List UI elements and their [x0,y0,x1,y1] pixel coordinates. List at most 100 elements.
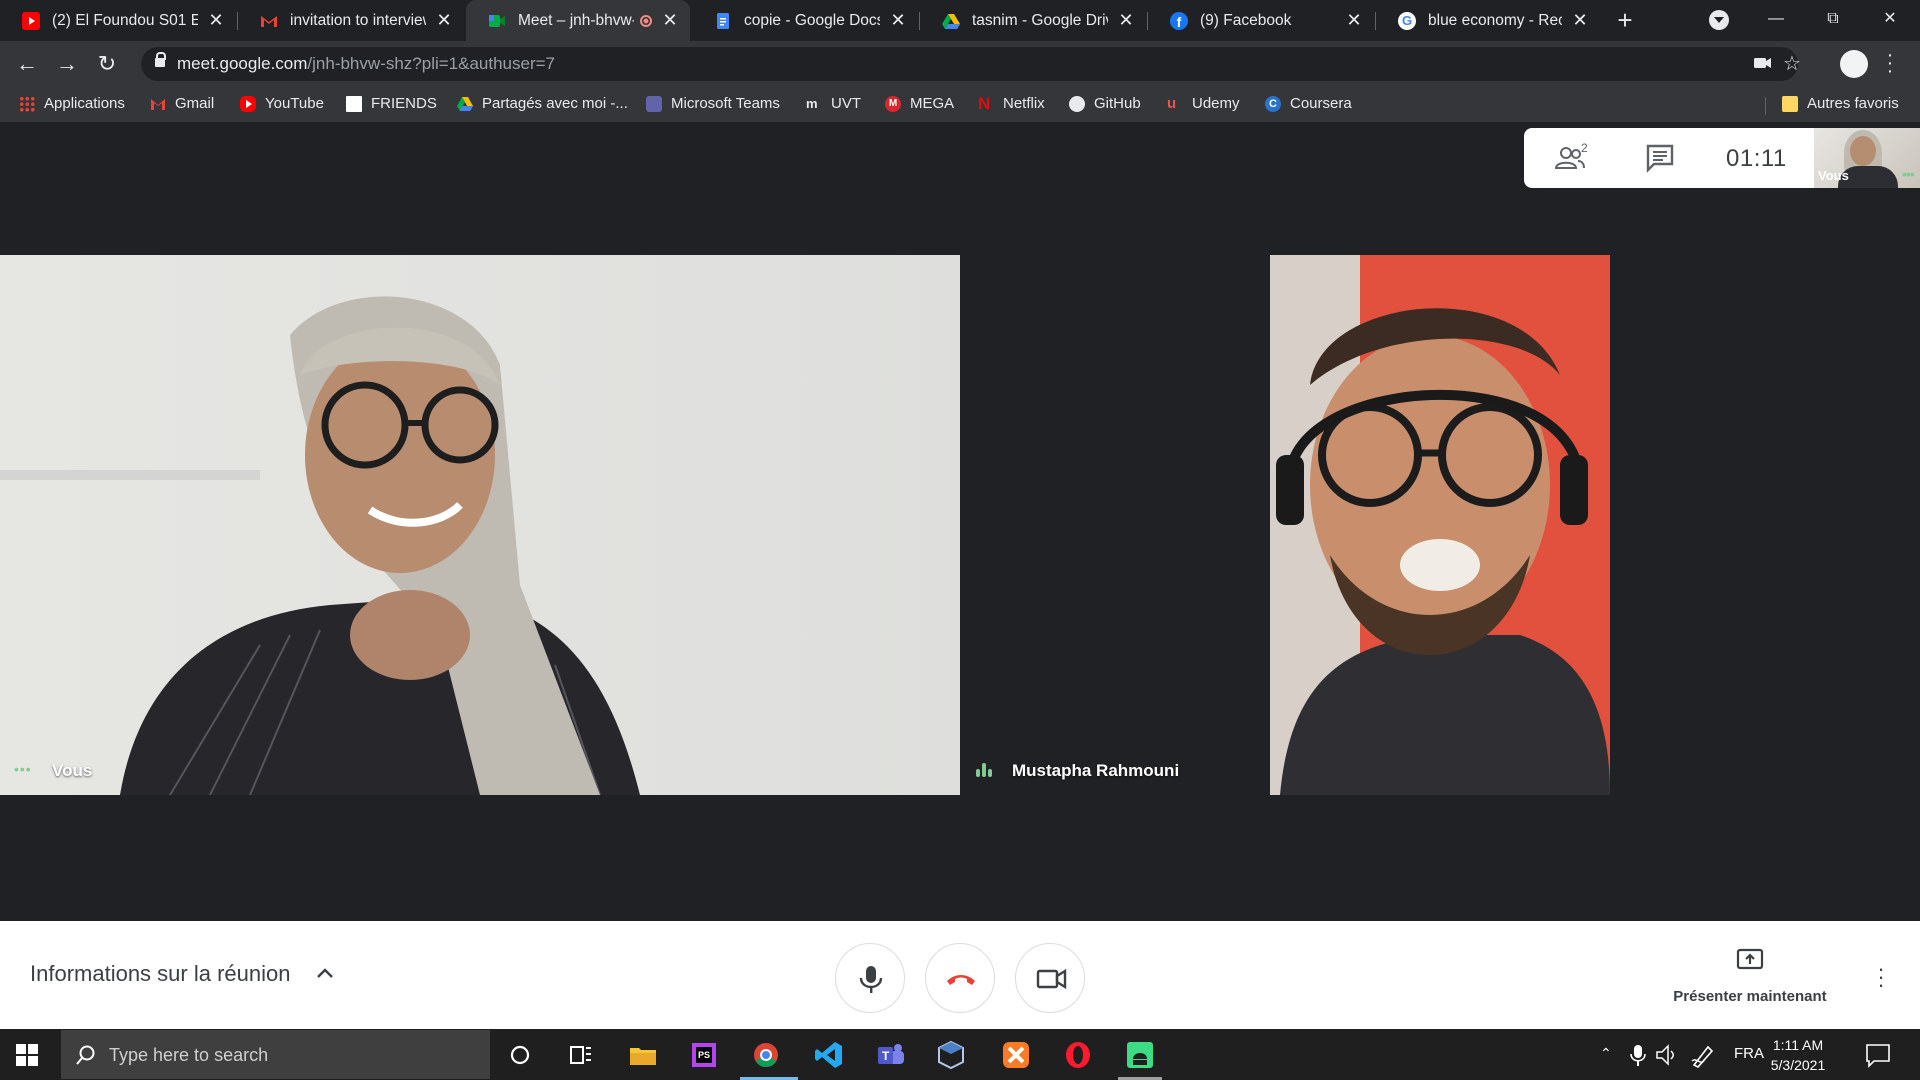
lock-icon[interactable] [155,52,166,67]
teams-icon [646,95,662,112]
virtualbox-icon[interactable] [935,1039,967,1071]
microphone-tray-icon[interactable] [1628,1041,1648,1069]
new-tab-button[interactable]: + [1610,4,1640,36]
meeting-info-button[interactable]: Informations sur la réunion [30,961,290,987]
tab-facebook[interactable]: f (9) Facebook ✕ [1148,0,1374,41]
bookmark-uvt[interactable]: m UVT [806,95,861,112]
pen-ink-icon[interactable] [1690,1041,1716,1069]
tab-title: Meet – jnh-bhvw- [518,11,634,29]
cortana-icon[interactable] [504,1039,536,1071]
participant-name: Mustapha Rahmouni [1012,761,1180,780]
microphone-button[interactable] [835,943,905,1013]
bookmark-label: MEGA [910,95,955,112]
tab-search-icon[interactable] [1709,10,1729,30]
reload-button[interactable]: ↻ [92,49,122,79]
tab-drive[interactable]: tasnim - Google Drive ✕ [920,0,1146,41]
close-icon[interactable]: ✕ [1344,10,1364,31]
bookmark-label: Coursera [1290,95,1352,112]
bookmark-applications[interactable]: Applications [19,95,125,112]
opera-icon[interactable] [1062,1039,1094,1071]
microphone-icon [859,966,883,993]
present-screen-icon [1736,948,1764,970]
tab-google-search[interactable]: G blue economy - Reche ✕ [1376,0,1600,41]
tab-gmail[interactable]: invitation to interview ✕ [238,0,464,41]
bookmark-star-icon[interactable]: ☆ [1783,51,1801,76]
windows-start-icon[interactable] [16,1044,38,1066]
close-icon[interactable]: ✕ [660,10,680,31]
bookmark-microsoft-teams[interactable]: Microsoft Teams [646,95,780,112]
windows-taskbar: Type here to search PS T ⌃ FRA 1:11 AM 5… [0,1029,1920,1080]
recording-icon [640,14,652,27]
tab-meet[interactable]: Meet – jnh-bhvw- ✕ [466,0,690,41]
avatar[interactable] [1840,50,1868,78]
bookmark-github[interactable]: GitHub [1069,95,1141,112]
chat-icon [1646,144,1674,173]
close-icon[interactable]: ✕ [434,10,454,31]
bookmark-netflix[interactable]: N Netflix [978,95,1045,113]
vscode-icon[interactable] [813,1039,845,1071]
close-icon[interactable]: ✕ [1570,10,1590,31]
gmail-icon [150,96,166,112]
bookmark-other-favorites[interactable]: Autres favoris [1782,95,1899,112]
android-studio-icon[interactable] [1124,1039,1156,1071]
restore-button[interactable]: ⧉ [1805,0,1861,41]
more-options-icon[interactable]: ••• [1902,166,1915,182]
back-button[interactable]: ← [12,49,42,79]
file-explorer-icon[interactable] [627,1039,659,1071]
clock-time: 1:11 AM [1772,1037,1824,1053]
meet-stage: 2 01:11 Vous ••• ••• Vous Mustapha Rahmo… [0,124,1920,921]
present-now-button[interactable]: Présenter maintenant [1660,947,1840,1005]
phpstorm-icon[interactable]: PS [688,1039,720,1071]
chrome-icon[interactable] [745,1039,787,1071]
xampp-icon[interactable] [1000,1039,1032,1071]
bookmark-label: UVT [831,95,861,112]
bookmark-youtube[interactable]: YouTube [240,95,324,112]
teams-icon[interactable]: T [875,1039,907,1071]
meeting-controls-bar: Informations sur la réunion Présenter ma… [0,921,1920,1029]
participants-button[interactable]: 2 [1554,141,1588,174]
bookmark-coursera[interactable]: C Coursera [1265,95,1352,112]
search-icon [76,1045,95,1065]
browser-toolbar: ← → ↻ meet.google.com/jnh-bhvw-shz?pli=1… [0,41,1920,87]
bookmarks-bar: Applications Gmail YouTube FRIENDS Parta… [0,87,1920,123]
bookmark-mega[interactable]: M MEGA [885,95,954,112]
tab-docs[interactable]: copie - Google Docs ✕ [692,0,918,41]
chevron-up-icon[interactable] [316,965,334,983]
browser-menu-icon[interactable]: · · · [1885,45,1895,81]
close-icon[interactable]: ✕ [888,10,908,31]
chat-button[interactable] [1644,142,1676,174]
forward-button[interactable]: → [52,49,82,79]
system-clock[interactable]: 1:11 AM 5/3/2021 [1760,1035,1836,1075]
close-icon[interactable]: ✕ [206,10,226,31]
close-icon[interactable]: ✕ [1116,10,1136,31]
hang-up-button[interactable] [925,943,995,1013]
volume-icon[interactable] [1655,1041,1679,1069]
browser-tab-strip: (2) El Foundou S01 Ep ✕ invitation to in… [0,0,1920,41]
notification-center-icon[interactable] [1864,1041,1892,1069]
participant-tile-remote: Mustapha Rahmouni [960,255,1920,795]
address-bar[interactable]: meet.google.com/jnh-bhvw-shz?pli=1&authu… [141,47,1801,81]
bookmark-gmail[interactable]: Gmail [150,95,214,112]
bookmark-friends[interactable]: FRIENDS [346,95,437,112]
taskbar-search-input[interactable]: Type here to search [61,1030,490,1079]
camera-blocked-icon[interactable] [1753,53,1773,78]
facebook-icon: f [1170,11,1188,30]
tab-title: invitation to interview [290,11,426,29]
bookmark-udemy[interactable]: u Udemy [1167,95,1240,112]
url-text[interactable]: meet.google.com/jnh-bhvw-shz?pli=1&authu… [177,54,555,74]
more-options-icon[interactable]: · · · [1876,958,1886,996]
bookmark-shared-with-me[interactable]: Partagés avec moi -... [457,95,628,112]
tab-title: (2) El Foundou S01 Ep [52,11,198,29]
camera-button[interactable] [1015,943,1085,1013]
meeting-timer: 01:11 [1726,145,1787,172]
apps-grid-icon [19,95,35,112]
remote-video-image [1270,255,1610,795]
more-options-icon[interactable]: ••• [14,761,32,777]
tab-youtube[interactable]: (2) El Foundou S01 Ep ✕ [0,0,236,41]
minimize-button[interactable]: — [1748,0,1804,41]
task-view-icon[interactable] [565,1039,597,1071]
show-hidden-icons-chevron-icon[interactable]: ⌃ [1600,1045,1612,1062]
close-window-button[interactable]: ✕ [1862,0,1918,41]
self-view-thumbnail[interactable]: Vous ••• [1814,128,1920,188]
svg-text:T: T [882,1049,890,1063]
